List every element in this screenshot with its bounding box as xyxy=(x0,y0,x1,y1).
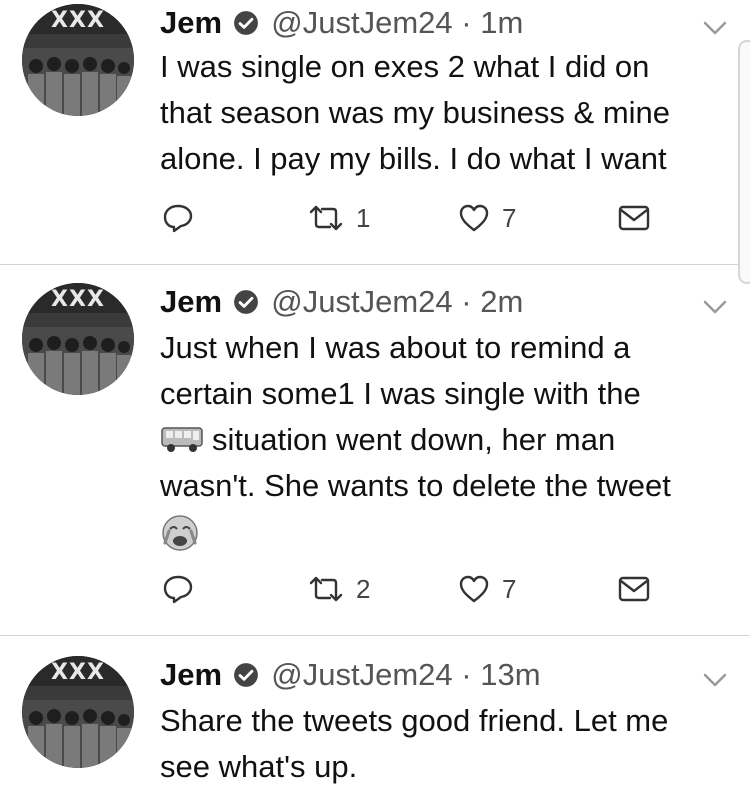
user-handle[interactable]: @JustJem24 xyxy=(271,657,452,692)
reply-icon xyxy=(163,204,193,233)
tweet[interactable]: XXX Jem @JustJem24 · 1m I was single on … xyxy=(0,0,750,265)
envelope-icon xyxy=(618,576,650,602)
tweet-text: I was single on exes 2 what I did on tha… xyxy=(160,44,730,182)
tweet-text-line: Share the tweets good friend. Let me xyxy=(160,703,669,738)
envelope-icon xyxy=(618,205,650,231)
reply-button[interactable] xyxy=(162,198,194,238)
tweet-text-line: that season was my business & mine xyxy=(160,95,671,130)
avatar-image xyxy=(22,327,134,395)
timestamp[interactable]: 2m xyxy=(480,284,523,319)
avatar-banner-text: XXX xyxy=(22,4,134,34)
avatar-image xyxy=(22,700,134,768)
display-name[interactable]: Jem xyxy=(160,284,222,319)
separator-dot: · xyxy=(461,284,472,319)
tweet-text-line: certain some1 I was single with the xyxy=(160,376,641,411)
chevron-down-icon[interactable] xyxy=(702,20,728,36)
retweet-icon xyxy=(309,576,343,602)
timestamp[interactable]: 13m xyxy=(480,657,540,692)
tweet-text-line: see what's up. xyxy=(160,749,358,784)
verified-badge-icon xyxy=(233,290,258,314)
scrollbar[interactable] xyxy=(738,40,750,284)
display-name[interactable]: Jem xyxy=(160,657,222,692)
avatar-banner-text: XXX xyxy=(22,283,134,313)
tweet-header: Jem @JustJem24 · 1m xyxy=(160,4,690,42)
user-handle[interactable]: @JustJem24 xyxy=(271,5,452,40)
avatar-image xyxy=(22,48,134,116)
direct-message-button[interactable] xyxy=(618,198,650,238)
like-button[interactable]: 7 xyxy=(458,569,516,609)
tweet-text-line: I was single on exes 2 what I did on xyxy=(160,49,650,84)
tweet-header: Jem @JustJem24 · 13m xyxy=(160,656,690,694)
tweet-text-line: alone. I pay my bills. I do what I want xyxy=(160,141,667,176)
retweet-count: 2 xyxy=(356,573,371,604)
separator-dot: · xyxy=(461,657,472,692)
direct-message-button[interactable] xyxy=(618,569,650,609)
reply-button[interactable] xyxy=(162,569,194,609)
retweet-count: 1 xyxy=(356,202,371,233)
avatar[interactable]: XXX xyxy=(22,283,134,395)
avatar-banner-text: XXX xyxy=(22,656,134,686)
reply-icon xyxy=(163,575,193,604)
tweet-text: Just when I was about to remind a certai… xyxy=(160,325,730,566)
retweet-icon xyxy=(309,205,343,231)
crying-face-emoji xyxy=(162,515,198,551)
tweet-actions: 2 7 xyxy=(160,569,660,609)
like-count: 7 xyxy=(502,573,517,604)
retweet-button[interactable]: 2 xyxy=(308,569,370,609)
display-name[interactable]: Jem xyxy=(160,5,222,40)
tweet-text-line: Just when I was about to remind a xyxy=(160,330,631,365)
retweet-button[interactable]: 1 xyxy=(308,198,370,238)
bus-icon xyxy=(161,427,203,452)
timeline-feed: XXX Jem @JustJem24 · 1m I was single on … xyxy=(0,0,750,796)
verified-badge-icon xyxy=(233,663,258,687)
tweet[interactable]: XXX Jem @JustJem24 · 13m Share the tweet… xyxy=(0,636,750,796)
tweet-text: Share the tweets good friend. Let me see… xyxy=(160,698,730,790)
heart-icon xyxy=(459,204,489,232)
tweet[interactable]: XXX Jem @JustJem24 · 2m Just when I was … xyxy=(0,265,750,636)
like-count: 7 xyxy=(502,202,517,233)
avatar[interactable]: XXX xyxy=(22,656,134,768)
like-button[interactable]: 7 xyxy=(458,198,516,238)
tweet-text-line: wasn't. She wants to delete the tweet xyxy=(160,468,671,503)
user-handle[interactable]: @JustJem24 xyxy=(271,284,452,319)
tweet-actions: 1 7 xyxy=(160,198,660,238)
chevron-down-icon[interactable] xyxy=(702,299,728,315)
timestamp[interactable]: 1m xyxy=(480,5,523,40)
heart-icon xyxy=(459,575,489,603)
verified-badge-icon xyxy=(233,11,258,35)
tweet-text-line: situation went down, her man xyxy=(212,422,616,457)
separator-dot: · xyxy=(461,5,472,40)
chevron-down-icon[interactable] xyxy=(702,672,728,688)
avatar[interactable]: XXX xyxy=(22,4,134,116)
tweet-header: Jem @JustJem24 · 2m xyxy=(160,283,690,321)
